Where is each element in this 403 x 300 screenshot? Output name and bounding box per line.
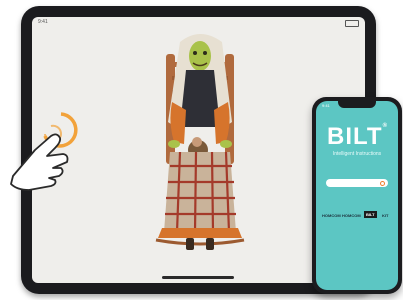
search-icon[interactable]: [380, 181, 385, 186]
bilt-logo: BILT®: [316, 123, 398, 151]
search-input[interactable]: [329, 179, 377, 187]
phone-status-time: 9:41: [322, 103, 330, 108]
brand-logo-2[interactable]: HOMCOM: [342, 213, 361, 218]
witch-figure-image[interactable]: [150, 32, 250, 254]
brand-logo-1[interactable]: HOMCOM: [322, 213, 341, 218]
tablet-home-indicator: [162, 276, 234, 279]
registered-mark: ®: [382, 123, 387, 129]
tablet-status-bar: 9:41: [38, 19, 359, 27]
brand-logo-3[interactable]: BILT: [364, 211, 377, 218]
tablet-status-time: 9:41: [38, 19, 48, 25]
brand-logos-strip: HOMCOM HOMCOM BILT KIT: [322, 209, 392, 221]
battery-icon: [345, 20, 359, 27]
phone-notch: [338, 101, 376, 108]
hand-tap-icon: [10, 112, 78, 191]
search-bar[interactable]: [326, 179, 388, 187]
brand-logo-4[interactable]: KIT: [382, 213, 388, 218]
bilt-tagline: Intelligent Instructions: [332, 151, 382, 157]
phone-screen: 9:41 BILT® Intelligent Instructions HOMC…: [316, 101, 398, 290]
bilt-logo-text: BILT: [327, 123, 383, 150]
phone-device: 9:41 BILT® Intelligent Instructions HOMC…: [312, 97, 402, 294]
